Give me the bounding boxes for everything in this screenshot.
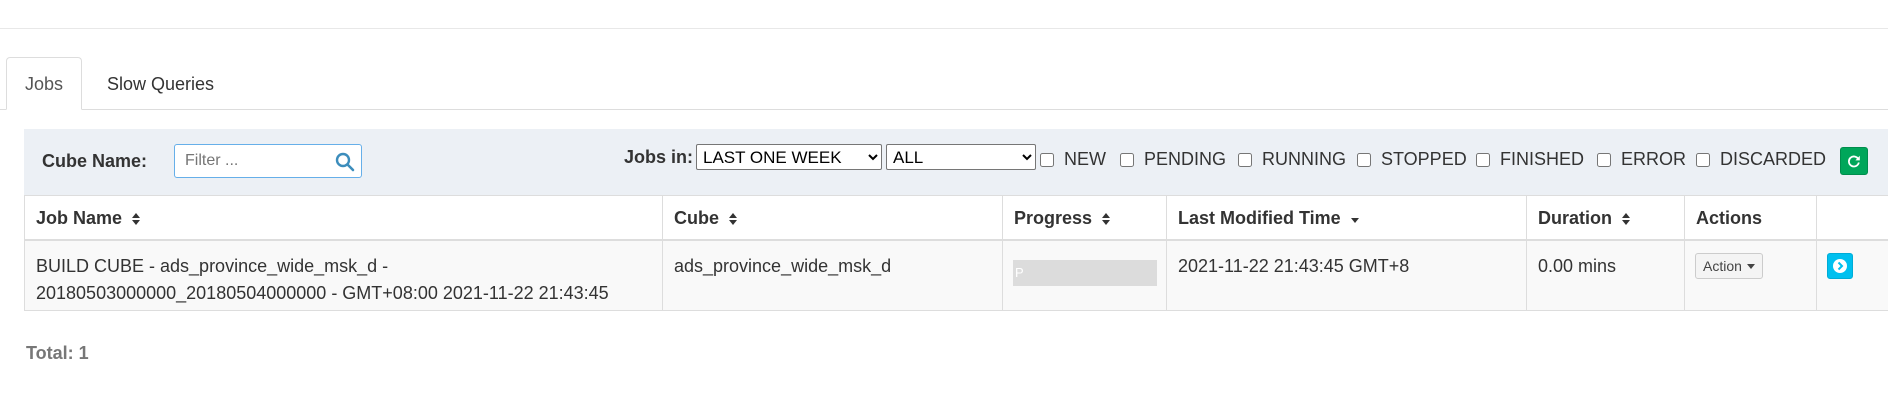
table-row[interactable]: BUILD CUBE - ads_province_wide_msk_d - 2… (25, 241, 1888, 311)
tab-bar: Jobs Slow Queries (0, 57, 1888, 110)
action-dropdown-button[interactable]: Action (1695, 253, 1763, 279)
status-filter-stopped[interactable]: STOPPED (1357, 149, 1467, 170)
header-actions-label: Actions (1696, 208, 1763, 228)
status-filter-error[interactable]: ERROR (1597, 149, 1686, 170)
finished-checkbox[interactable] (1476, 152, 1490, 167)
header-actions: Actions (1685, 196, 1817, 239)
action-label: Action (1703, 258, 1742, 274)
table-header-row: Job Name Cube Progress Last Modified Tim… (25, 195, 1888, 241)
new-label: NEW (1064, 149, 1106, 169)
actions-cell: Action (1685, 241, 1817, 310)
job-name-cell: BUILD CUBE - ads_province_wide_msk_d - 2… (25, 241, 663, 310)
filter-bar: Cube Name: Jobs in: LAST ONE WEEK ALL NE… (24, 129, 1888, 195)
discarded-label: DISCARDED (1720, 149, 1827, 169)
header-job-name-label: Job Name (36, 208, 123, 228)
caret-down-icon (1746, 263, 1755, 269)
time-range-select[interactable]: LAST ONE WEEK (696, 144, 882, 170)
cube-filter-input[interactable] (183, 145, 337, 177)
discarded-checkbox[interactable] (1696, 152, 1710, 167)
status-filter-new[interactable]: NEW (1040, 149, 1106, 170)
sort-desc-icon (1350, 218, 1359, 224)
pending-label: PENDING (1144, 149, 1227, 169)
progress-text: P (1015, 265, 1024, 280)
last-modified-cell: 2021-11-22 21:43:45 GMT+8 (1167, 241, 1527, 310)
total-count: Total: 1 (26, 343, 89, 363)
header-cube-label: Cube (674, 208, 719, 228)
tab-jobs[interactable]: Jobs (6, 57, 83, 110)
header-last-modified[interactable]: Last Modified Time (1167, 196, 1527, 239)
new-checkbox[interactable] (1040, 152, 1054, 167)
tab-slow-queries[interactable]: Slow Queries (88, 57, 233, 109)
header-progress[interactable]: Progress (1003, 196, 1167, 239)
jobs-in-label: Jobs in: (624, 147, 694, 167)
running-label: RUNNING (1262, 149, 1346, 169)
header-last-modified-label: Last Modified Time (1178, 208, 1341, 228)
error-label: ERROR (1621, 149, 1687, 169)
cube-name-label: Cube Name: (42, 151, 148, 171)
header-detail (1817, 196, 1888, 239)
refresh-icon (1848, 155, 1860, 168)
progress-cell: P (1003, 241, 1167, 310)
header-duration-label: Duration (1538, 208, 1612, 228)
running-checkbox[interactable] (1238, 152, 1252, 167)
job-name-line: 20180503000000_20180504000000 - GMT+08:0… (36, 283, 609, 303)
refresh-button[interactable] (1840, 147, 1868, 175)
job-name-line: BUILD CUBE - ads_province_wide_msk_d - (36, 256, 389, 276)
cube-filter-box (174, 144, 362, 178)
status-filter-running[interactable]: RUNNING (1238, 149, 1346, 170)
stopped-checkbox[interactable] (1357, 152, 1371, 167)
pending-checkbox[interactable] (1120, 152, 1134, 167)
chevron-circle-right-icon (1833, 259, 1847, 273)
header-progress-label: Progress (1014, 208, 1093, 228)
duration-cell: 0.00 mins (1527, 241, 1685, 310)
status-filter-discarded[interactable]: DISCARDED (1696, 149, 1826, 170)
cube-cell: ads_province_wide_msk_d (663, 241, 1003, 310)
top-divider (0, 28, 1888, 29)
sort-icon (1622, 213, 1631, 226)
status-filter-finished[interactable]: FINISHED (1476, 149, 1584, 170)
error-checkbox[interactable] (1597, 152, 1611, 167)
project-select[interactable]: ALL (886, 144, 1036, 170)
status-filter-pending[interactable]: PENDING (1120, 149, 1226, 170)
header-cube[interactable]: Cube (663, 196, 1003, 239)
header-job-name[interactable]: Job Name (25, 196, 663, 239)
stopped-label: STOPPED (1381, 149, 1467, 169)
detail-cell (1817, 241, 1888, 310)
sort-icon (132, 213, 141, 226)
progress-bar: P (1013, 260, 1157, 286)
sort-icon (1102, 213, 1111, 226)
sort-icon (729, 213, 738, 226)
search-icon[interactable] (335, 152, 355, 172)
jobs-table: Job Name Cube Progress Last Modified Tim… (24, 195, 1888, 311)
finished-label: FINISHED (1500, 149, 1585, 169)
job-detail-button[interactable] (1827, 253, 1853, 279)
header-duration[interactable]: Duration (1527, 196, 1685, 239)
